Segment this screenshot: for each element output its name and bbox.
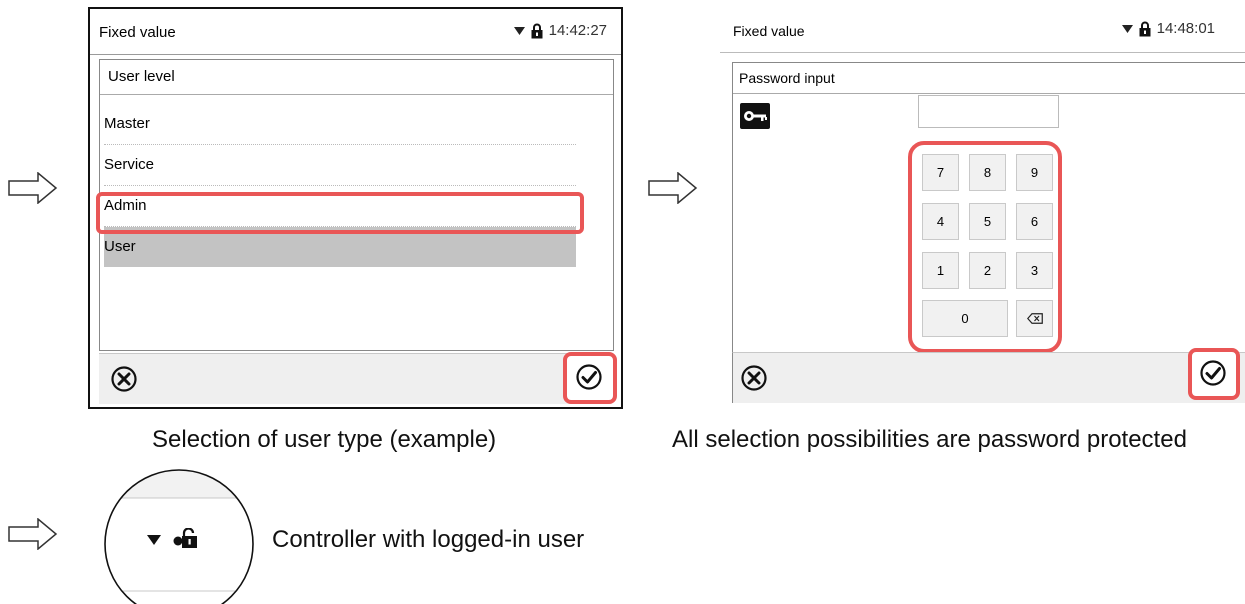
lock-icon[interactable] <box>531 23 543 39</box>
list-item-service[interactable]: Service <box>104 145 576 186</box>
lock-icon[interactable] <box>1139 21 1151 37</box>
selection-highlight-frame <box>96 192 584 234</box>
user-level-screen: Fixed value 14:42:27 User level Master S… <box>88 7 623 409</box>
status-bar: Fixed value 14:42:27 <box>90 9 621 55</box>
dropdown-triangle-icon <box>147 535 161 545</box>
footer-bar <box>99 353 612 404</box>
screen-title: Fixed value <box>99 24 176 41</box>
confirm-icon[interactable] <box>576 364 602 390</box>
dropdown-triangle-icon[interactable] <box>513 26 525 35</box>
caption-logged-in: Controller with logged-in user <box>272 526 585 553</box>
right-arrow-icon <box>8 518 58 550</box>
clock-time: 14:48:01 <box>1156 20 1215 37</box>
key-icon <box>740 103 770 129</box>
unlocked-user-icon <box>173 528 197 548</box>
right-arrow-icon <box>648 172 698 204</box>
footer-bar <box>732 352 1245 403</box>
password-field[interactable] <box>918 95 1059 128</box>
confirm-button-frame <box>563 352 617 404</box>
right-arrow-icon <box>8 172 58 204</box>
confirm-button-frame <box>1188 348 1240 400</box>
caption-user-type: Selection of user type (example) <box>152 426 497 453</box>
screen-title: Fixed value <box>733 23 805 39</box>
panel-header: Password input <box>733 63 1245 94</box>
status-bar: Fixed value 14:48:01 <box>720 7 1245 53</box>
clock-time: 14:42:27 <box>548 22 607 39</box>
caption-password-protected: All selection possibilities are password… <box>672 426 1187 453</box>
cancel-icon[interactable] <box>111 366 137 392</box>
confirm-icon[interactable] <box>1200 360 1226 386</box>
panel-header: User level <box>100 60 613 95</box>
password-input-screen: Fixed value 14:48:01 Password input 7 8 … <box>720 7 1245 409</box>
cancel-icon[interactable] <box>741 365 767 391</box>
keypad-highlight-frame <box>908 141 1062 353</box>
list-item-master[interactable]: Master <box>104 104 576 145</box>
dropdown-triangle-icon[interactable] <box>1121 24 1133 33</box>
